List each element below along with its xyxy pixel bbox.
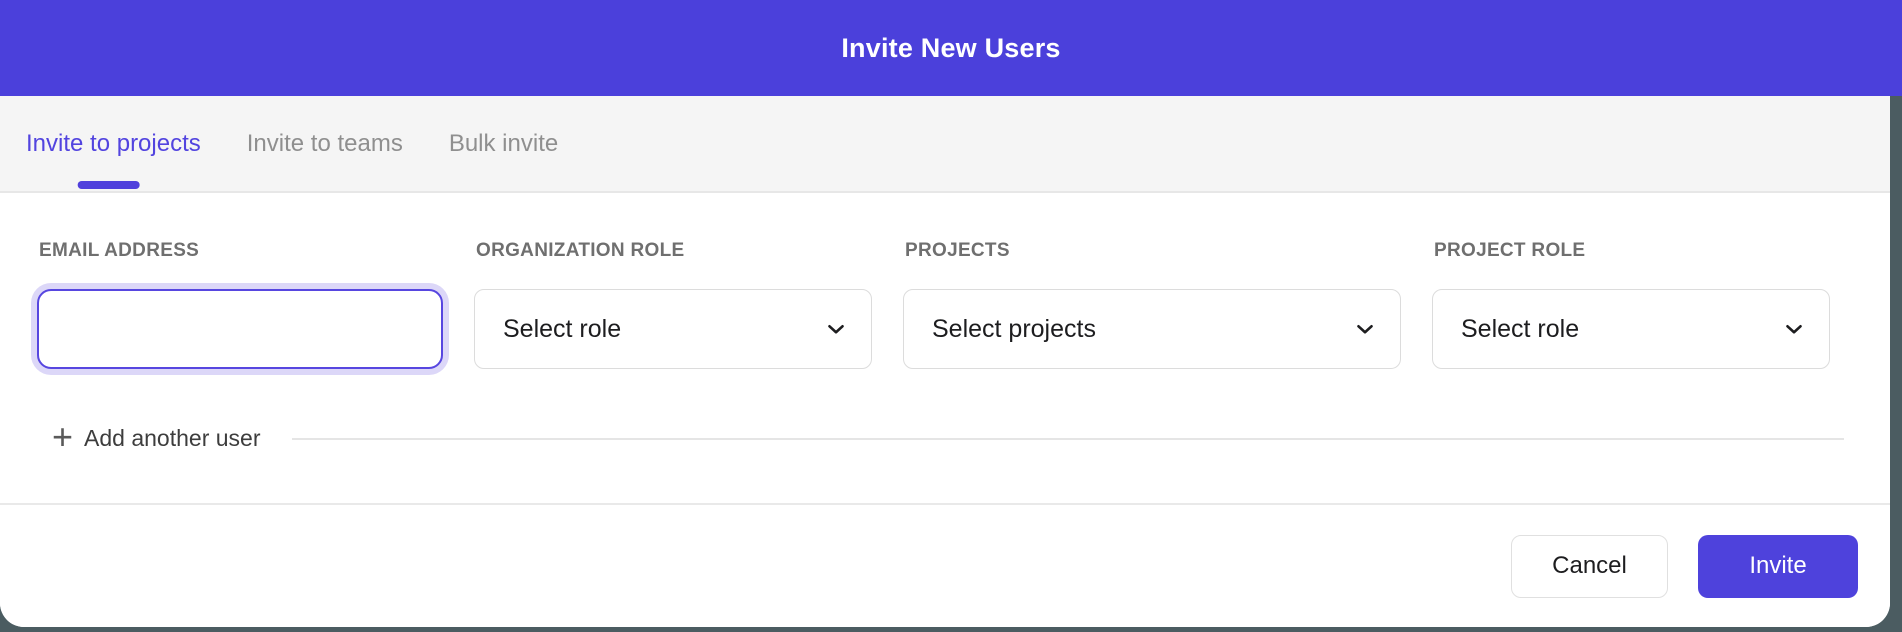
add-another-user-label: Add another user <box>84 425 260 452</box>
projects-field-group: PROJECTS Select projects <box>903 240 1401 369</box>
modal-header: Invite New Users <box>0 0 1902 96</box>
projects-value: Select projects <box>932 315 1096 344</box>
invite-modal: Invite to projects Invite to teams Bulk … <box>0 96 1890 627</box>
tab-invite-to-teams[interactable]: Invite to teams <box>247 96 403 191</box>
project-role-field-group: PROJECT ROLE Select role <box>1432 240 1830 369</box>
email-input[interactable] <box>37 289 443 369</box>
tab-label: Invite to teams <box>247 130 403 158</box>
projects-select[interactable]: Select projects <box>903 289 1401 369</box>
projects-label: PROJECTS <box>905 240 1401 262</box>
invite-form: EMAIL ADDRESS ORGANIZATION ROLE Select r… <box>0 193 1890 503</box>
organization-role-label: ORGANIZATION ROLE <box>476 240 872 262</box>
chevron-down-icon <box>1781 316 1807 342</box>
tab-bulk-invite[interactable]: Bulk invite <box>449 96 558 191</box>
project-role-select[interactable]: Select role <box>1432 289 1830 369</box>
screen: Invite New Users Invite to projects Invi… <box>0 0 1902 632</box>
project-role-label: PROJECT ROLE <box>1434 240 1830 262</box>
organization-role-value: Select role <box>503 315 621 344</box>
active-tab-underline <box>78 181 140 189</box>
organization-role-field-group: ORGANIZATION ROLE Select role <box>474 240 872 369</box>
modal-footer: Cancel Invite <box>0 503 1890 627</box>
divider-line <box>292 438 1844 440</box>
tab-bar: Invite to projects Invite to teams Bulk … <box>0 96 1890 193</box>
chevron-down-icon <box>823 316 849 342</box>
invite-button[interactable]: Invite <box>1698 535 1858 598</box>
tab-invite-to-projects[interactable]: Invite to projects <box>26 96 201 191</box>
plus-icon: + <box>52 423 73 452</box>
tab-label: Invite to projects <box>26 130 201 158</box>
modal-title: Invite New Users <box>841 33 1060 64</box>
project-role-value: Select role <box>1461 315 1579 344</box>
tab-label: Bulk invite <box>449 130 558 158</box>
add-another-user-button[interactable]: + Add another user <box>52 425 260 454</box>
chevron-down-icon <box>1352 316 1378 342</box>
cancel-button[interactable]: Cancel <box>1511 535 1668 598</box>
add-user-row: + Add another user <box>37 419 1890 459</box>
email-field-group: EMAIL ADDRESS <box>37 240 443 369</box>
form-fields-row: EMAIL ADDRESS ORGANIZATION ROLE Select r… <box>37 240 1890 369</box>
organization-role-select[interactable]: Select role <box>474 289 872 369</box>
email-address-label: EMAIL ADDRESS <box>39 240 443 262</box>
